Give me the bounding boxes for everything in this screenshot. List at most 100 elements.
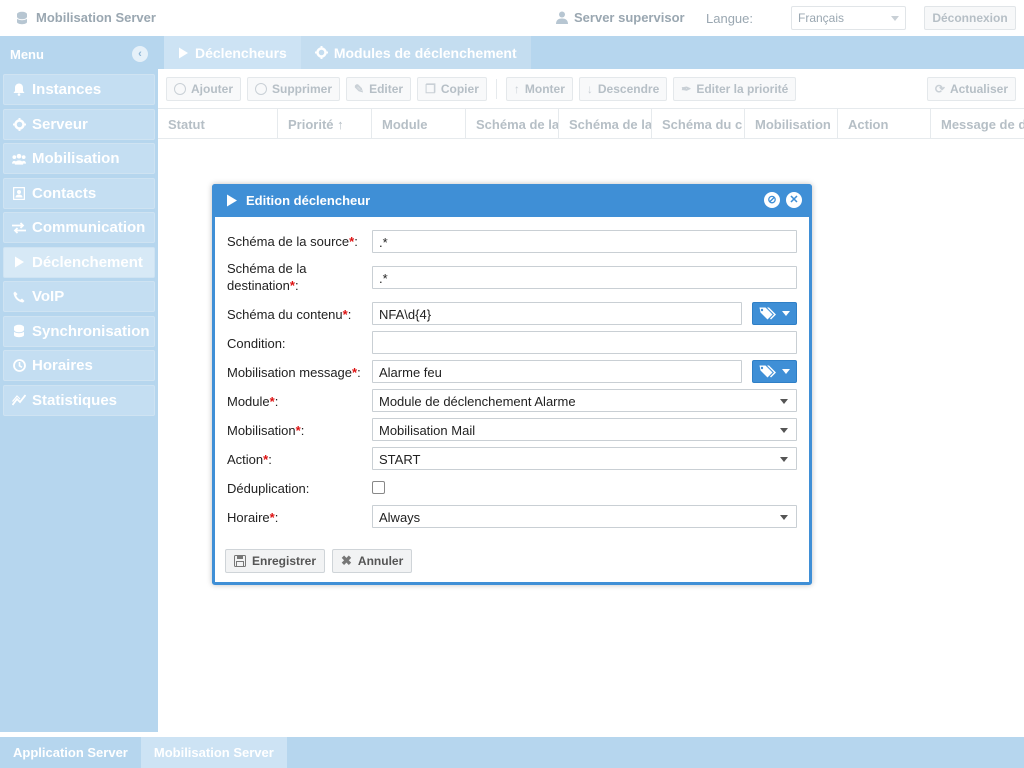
column-header[interactable]: Mobilisation [745, 109, 838, 138]
move-up-button[interactable]: ↑ Monter [505, 76, 573, 101]
edit-priority-label: Editer la priorité [696, 81, 789, 96]
play-icon [179, 47, 188, 58]
sidebar-item-contacts[interactable]: Contacts [3, 177, 155, 209]
field-label: Action*: [227, 452, 272, 467]
column-label: Priorité [288, 117, 334, 132]
phone-icon [12, 290, 26, 304]
sidebar-item-mobilisation[interactable]: Mobilisation [3, 143, 155, 174]
chevron-down-icon [782, 311, 790, 316]
column-header[interactable]: Message de d [931, 109, 1024, 138]
select-value: Always [379, 510, 421, 525]
column-header[interactable]: Schéma de la [559, 109, 652, 138]
sidebar-item-label: Synchronisation [32, 322, 150, 340]
sidebar-title: Menu [10, 47, 44, 62]
toolbar-separator [495, 78, 497, 99]
edit-button[interactable]: ✎ Editer [346, 76, 412, 101]
sidebar-item-horaires[interactable]: Horaires [3, 350, 155, 381]
save-button[interactable]: Enregistrer [225, 549, 326, 573]
sidebar-item-synchronisation[interactable]: Synchronisation [3, 315, 155, 347]
sidebar-item-voip[interactable]: VoIP [3, 281, 155, 312]
label-text: Mobilisation [227, 423, 296, 438]
required-mark: * [269, 510, 275, 525]
app-title-text: Mobilisation Server [36, 10, 156, 25]
sort-arrow-icon: ↑ [337, 117, 344, 132]
label-text: Horaire [227, 510, 270, 525]
database-icon [12, 324, 26, 338]
copy-button[interactable]: ❐ Copier [417, 76, 487, 101]
sidebar-item-label: Instances [32, 81, 102, 98]
language-label: Langue: [706, 11, 753, 26]
clock-icon [12, 359, 26, 373]
collapse-icon[interactable]: ‹ [132, 46, 148, 62]
source-pattern-input[interactable]: .* [372, 230, 797, 253]
bottom-tab-mobilisation-server[interactable]: Mobilisation Server [140, 737, 287, 768]
column-header[interactable]: Action [838, 109, 931, 138]
column-header[interactable]: Schéma de la [466, 109, 559, 138]
language-value: Français [798, 11, 845, 25]
action-select[interactable]: START [372, 447, 797, 470]
supervisor-name: Server supervisor [574, 10, 685, 25]
dialog-title: Edition déclencheur [246, 193, 371, 208]
tab-modules[interactable]: Modules de déclenchement [300, 36, 531, 69]
delete-button[interactable]: Supprimer [247, 76, 341, 101]
mobilisation-select[interactable]: Mobilisation Mail [372, 418, 797, 441]
refresh-button[interactable]: ⟳ Actualiser [926, 77, 1016, 101]
add-label: Ajouter [191, 81, 233, 96]
module-select[interactable]: Module de déclenchement Alarme [372, 389, 797, 412]
label-text: Mobilisation message [227, 365, 353, 380]
maximize-icon[interactable]: ⊘ [764, 192, 780, 208]
message-tags-button[interactable] [752, 360, 797, 383]
label-text: Module [227, 394, 270, 409]
user-info: Server supervisor [556, 10, 685, 25]
destination-pattern-input[interactable]: .* [372, 266, 797, 289]
cancel-label: Annuler [357, 554, 404, 568]
sidebar-item-serveur[interactable]: Serveur [3, 108, 155, 140]
bell-icon [12, 83, 26, 97]
copy-icon: ❐ [425, 81, 436, 96]
save-label: Enregistrer [252, 554, 317, 568]
label-text: Schéma de la source [227, 234, 350, 249]
sidebar-item-declenchement[interactable]: Déclenchement [3, 246, 155, 278]
close-icon[interactable]: ✕ [786, 192, 802, 208]
sidebar-item-communication[interactable]: Communication [3, 212, 155, 243]
column-header[interactable]: Module [372, 109, 466, 138]
required-mark: * [289, 278, 295, 293]
column-header-priority[interactable]: Priorité ↑ [278, 109, 372, 138]
dialog-header[interactable]: Edition déclencheur ⊘ ✕ [212, 184, 812, 217]
arrow-down-icon: ↓ [586, 81, 593, 96]
save-icon [234, 555, 246, 567]
plus-icon [174, 82, 186, 95]
exchange-icon [12, 221, 26, 235]
bottom-tab-application-server[interactable]: Application Server [0, 737, 141, 768]
add-button[interactable]: Ajouter [166, 76, 241, 101]
deduplication-checkbox[interactable] [372, 481, 385, 494]
content-tags-button[interactable] [752, 302, 797, 325]
sidebar-item-label: Horaires [32, 357, 93, 374]
schedule-select[interactable]: Always [372, 505, 797, 528]
sidebar-item-label: Mobilisation [32, 150, 120, 167]
delete-label: Supprimer [272, 81, 333, 96]
tab-declencheurs[interactable]: Déclencheurs [164, 36, 301, 69]
sidebar-item-statistiques[interactable]: Statistiques [3, 384, 155, 416]
label-text: Action [227, 452, 264, 467]
column-header[interactable]: Statut [158, 109, 278, 138]
logout-button[interactable]: Déconnexion [924, 6, 1016, 30]
down-label: Descendre [597, 81, 660, 96]
column-header[interactable]: Schéma du c [652, 109, 745, 138]
move-down-button[interactable]: ↓ Descendre [578, 76, 668, 101]
field-label: Schéma de la destination*: [227, 261, 307, 293]
required-mark: * [352, 365, 358, 380]
condition-input[interactable] [372, 331, 797, 354]
app-title: Mobilisation Server [16, 10, 156, 25]
toolbar: Ajouter Supprimer ✎ Editer ❐ Copier ↑ Monte… [158, 69, 1024, 109]
cancel-button[interactable]: ✖ Annuler [332, 549, 413, 573]
tags-icon [759, 365, 776, 378]
mobilisation-message-input[interactable]: Alarme feu [372, 360, 742, 383]
bottom-bar: Application Server Mobilisation Server [0, 737, 1024, 768]
edit-priority-button[interactable]: ✒ Editer la priorité [673, 76, 797, 101]
language-select[interactable]: Français [791, 6, 906, 30]
chevron-down-icon [782, 369, 790, 374]
content-pattern-input[interactable]: NFA\d{4} [372, 302, 742, 325]
sidebar-item-instances[interactable]: Instances [3, 74, 155, 105]
arrow-up-icon: ↑ [513, 81, 520, 96]
